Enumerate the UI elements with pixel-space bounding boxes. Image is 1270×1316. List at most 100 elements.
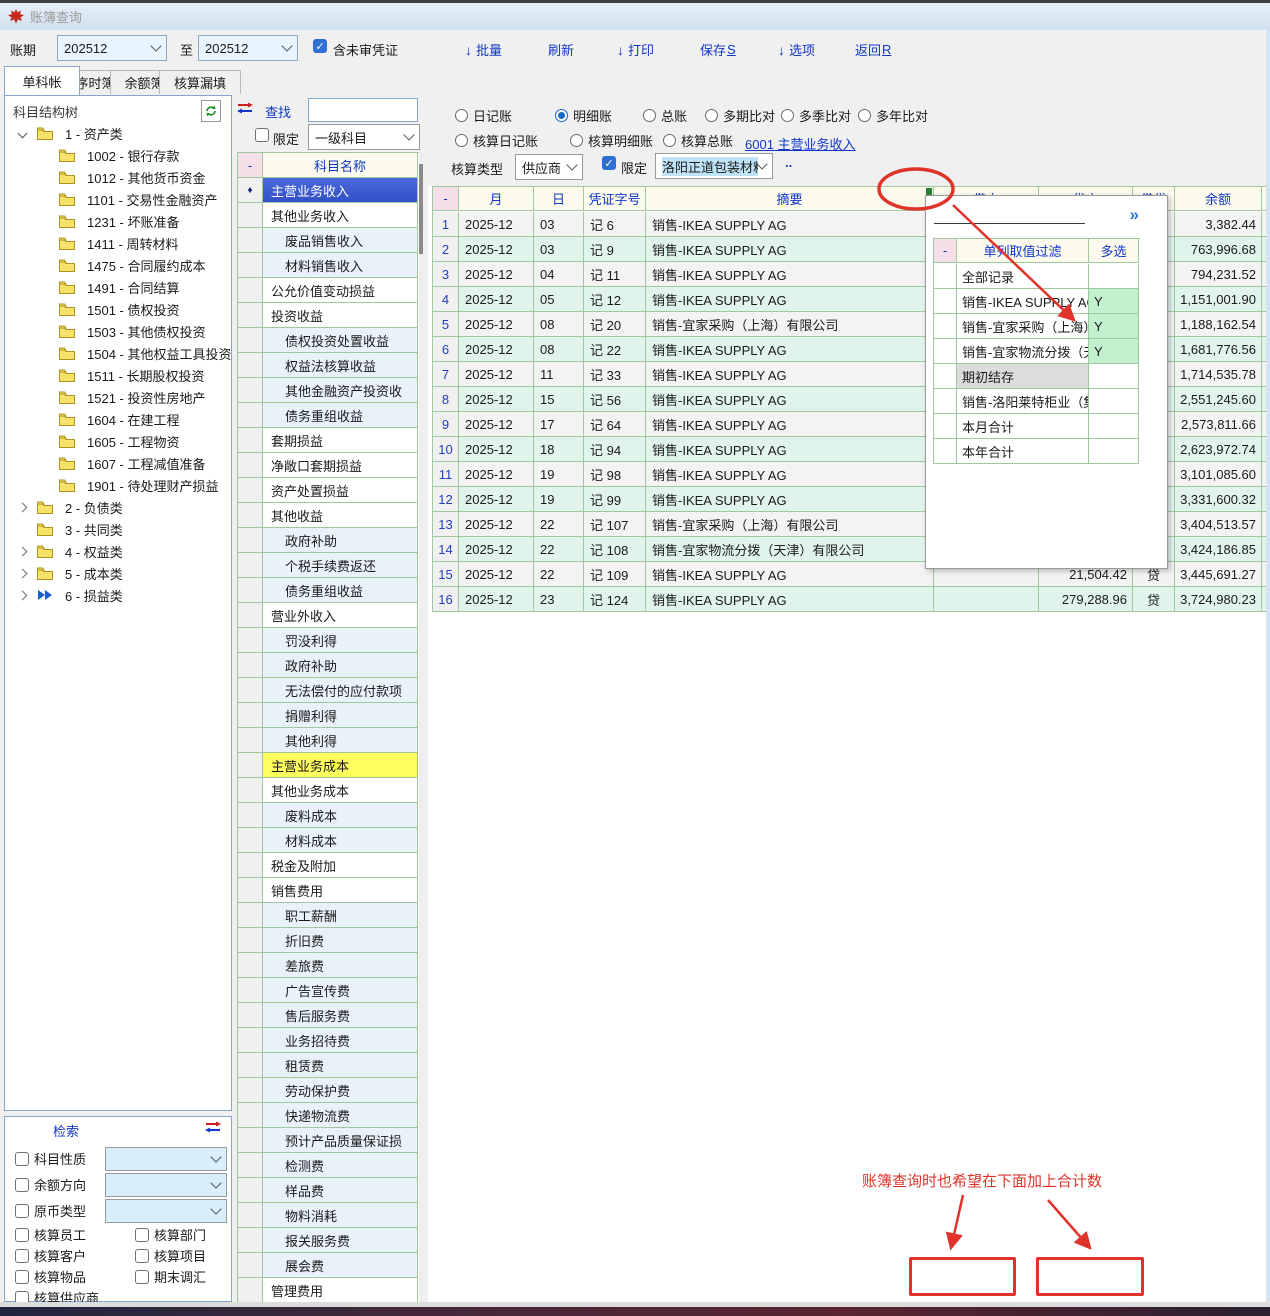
filter-column-header[interactable]: 单列取值过滤 — [957, 239, 1089, 263]
search-select[interactable] — [105, 1173, 227, 1197]
account-row[interactable]: 个税手续费返还 — [263, 553, 418, 578]
account-row[interactable]: 预计产品质量保证损 — [263, 1128, 418, 1153]
ledger-row-number[interactable]: 2 — [433, 237, 459, 262]
account-row[interactable]: 样品费 — [263, 1178, 418, 1203]
filter-multi-cell[interactable]: Y — [1089, 339, 1139, 364]
calc-radio[interactable]: 核算总账 — [663, 131, 733, 150]
expand-closed-icon[interactable] — [15, 548, 29, 555]
options-button[interactable]: ↓ 选项 — [778, 40, 815, 59]
account-row[interactable]: 租赁费 — [263, 1053, 418, 1078]
tree-item[interactable]: 1511 - 长期股权投资 — [5, 364, 231, 386]
print-button[interactable]: ↓ 打印 — [617, 40, 654, 59]
expand-closed-icon[interactable] — [15, 592, 29, 599]
find-input[interactable] — [308, 98, 418, 122]
ledger-row-number[interactable]: 1 — [433, 212, 459, 237]
popup-expand-icon[interactable]: » — [1130, 205, 1137, 225]
filter-multi-cell[interactable] — [1089, 264, 1139, 289]
ledger-row-number[interactable]: 14 — [433, 537, 459, 562]
ledger-header-2[interactable]: 日 — [534, 187, 584, 211]
account-row[interactable]: 劳动保护费 — [263, 1078, 418, 1103]
search-option[interactable]: 原币类型 — [15, 1201, 86, 1220]
tree-item[interactable]: 1491 - 合同结算 — [5, 276, 231, 298]
tree-item[interactable]: 1 - 资产类 — [5, 122, 231, 144]
tree-item[interactable]: 3 - 共同类 — [5, 518, 231, 540]
account-row[interactable]: 主营业务成本 — [263, 753, 418, 778]
tree-item[interactable]: 1521 - 投资性房地产 — [5, 386, 231, 408]
account-row[interactable]: 主营业务收入 — [263, 178, 418, 203]
save-button[interactable]: 保存S — [700, 40, 736, 59]
period-to-select[interactable]: 202512 — [198, 35, 298, 61]
filter-row[interactable]: 期初结存 — [957, 364, 1089, 389]
batch-button[interactable]: ↓ 批量 — [465, 40, 502, 59]
filter-multi-cell[interactable]: Y — [1089, 289, 1139, 314]
account-row[interactable]: 净敞口套期损益 — [263, 453, 418, 478]
account-row[interactable]: 广告宣传费 — [263, 978, 418, 1003]
period-from-select[interactable]: 202512 — [57, 35, 167, 61]
account-row[interactable]: 物料消耗 — [263, 1203, 418, 1228]
filter-multi-cell[interactable] — [1089, 389, 1139, 414]
ledger-header-8[interactable]: 余额 — [1175, 187, 1262, 211]
view-radio[interactable]: 多期比对 — [705, 106, 775, 125]
ledger-row-number[interactable]: 15 — [433, 562, 459, 587]
account-row[interactable]: 报关服务费 — [263, 1228, 418, 1253]
filter-row[interactable]: 销售-洛阳莱特柜业（集团 — [957, 389, 1089, 414]
ledger-row-number[interactable]: 7 — [433, 362, 459, 387]
ledger-row-number[interactable]: 16 — [433, 587, 459, 612]
tree-item[interactable]: 1101 - 交易性金融资产 — [5, 188, 231, 210]
tree-item[interactable]: 1503 - 其他债权投资 — [5, 320, 231, 342]
filter-multi-cell[interactable] — [1089, 364, 1139, 389]
supplier-restrict-checkbox[interactable]: ✓ — [602, 156, 616, 170]
account-row[interactable]: 其他业务成本 — [263, 778, 418, 803]
calc-type-select[interactable]: 供应商 — [515, 154, 583, 180]
view-radio[interactable]: 多季比对 — [781, 106, 851, 125]
filter-multi-cell[interactable] — [1089, 414, 1139, 439]
ledger-row-number[interactable]: 9 — [433, 412, 459, 437]
calc-radio[interactable]: 核算日记账 — [455, 131, 538, 150]
account-list-scrollbar[interactable] — [419, 152, 423, 1302]
filter-multi-cell[interactable]: Y — [1089, 314, 1139, 339]
calc-radio[interactable]: 核算明细账 — [570, 131, 653, 150]
search-option[interactable]: 核算客户 — [15, 1246, 86, 1265]
swap-icon[interactable] — [205, 1121, 221, 1136]
tab-1[interactable]: 单科帐 — [4, 66, 80, 95]
tree-item[interactable]: 1012 - 其他货币资金 — [5, 166, 231, 188]
filter-input-line[interactable] — [934, 223, 1085, 224]
account-row[interactable]: 投资收益 — [263, 303, 418, 328]
account-row[interactable]: 其他业务收入 — [263, 203, 418, 228]
filter-row[interactable]: 销售-宜家物流分拨（天津 — [957, 339, 1089, 364]
view-radio[interactable]: 多年比对 — [858, 106, 928, 125]
account-row[interactable]: 营业外收入 — [263, 603, 418, 628]
ledger-row-number[interactable]: 10 — [433, 437, 459, 462]
search-option[interactable]: 余额方向 — [15, 1175, 86, 1194]
ledger-header-4[interactable]: 摘要 — [646, 187, 934, 211]
account-row[interactable]: 售后服务费 — [263, 1003, 418, 1028]
more-suppliers-link[interactable]: .. — [785, 155, 792, 170]
account-row[interactable]: 业务招待费 — [263, 1028, 418, 1053]
account-row[interactable]: 废品销售收入 — [263, 228, 418, 253]
ledger-row-number[interactable]: 11 — [433, 462, 459, 487]
account-row[interactable]: 债务重组收益 — [263, 578, 418, 603]
account-link[interactable]: 6001 主营业务收入 — [745, 134, 856, 153]
unaudited-checkbox[interactable]: ✓ — [313, 39, 327, 53]
search-option[interactable]: 核算部门 — [135, 1225, 206, 1244]
view-radio[interactable]: 明细账 — [555, 106, 612, 125]
account-row[interactable]: 税金及附加 — [263, 853, 418, 878]
tree-item[interactable]: 6 - 损益类 — [5, 584, 231, 606]
expand-open-icon[interactable] — [15, 130, 29, 137]
search-select[interactable] — [105, 1199, 227, 1223]
account-row[interactable]: 债务重组收益 — [263, 403, 418, 428]
expand-closed-icon[interactable] — [15, 504, 29, 511]
account-row[interactable]: 展会费 — [263, 1253, 418, 1278]
account-row[interactable]: 废料成本 — [263, 803, 418, 828]
refresh-button[interactable]: 刷新 — [548, 40, 574, 59]
tree-item[interactable]: 1607 - 工程减值准备 — [5, 452, 231, 474]
account-row[interactable]: 套期损益 — [263, 428, 418, 453]
account-name-header[interactable]: 科目名称 — [263, 153, 418, 178]
account-row[interactable]: 其他金融资产投资收 — [263, 378, 418, 403]
account-row[interactable]: 公允价值变动损益 — [263, 278, 418, 303]
filter-multi-header[interactable]: 多选 — [1089, 239, 1139, 263]
supplier-select[interactable]: 洛阳正道包装材料有 — [655, 153, 773, 179]
tree-item[interactable]: 5 - 成本类 — [5, 562, 231, 584]
filter-row[interactable]: 销售-IKEA SUPPLY AG — [957, 289, 1089, 314]
ledger-row-number[interactable]: 13 — [433, 512, 459, 537]
